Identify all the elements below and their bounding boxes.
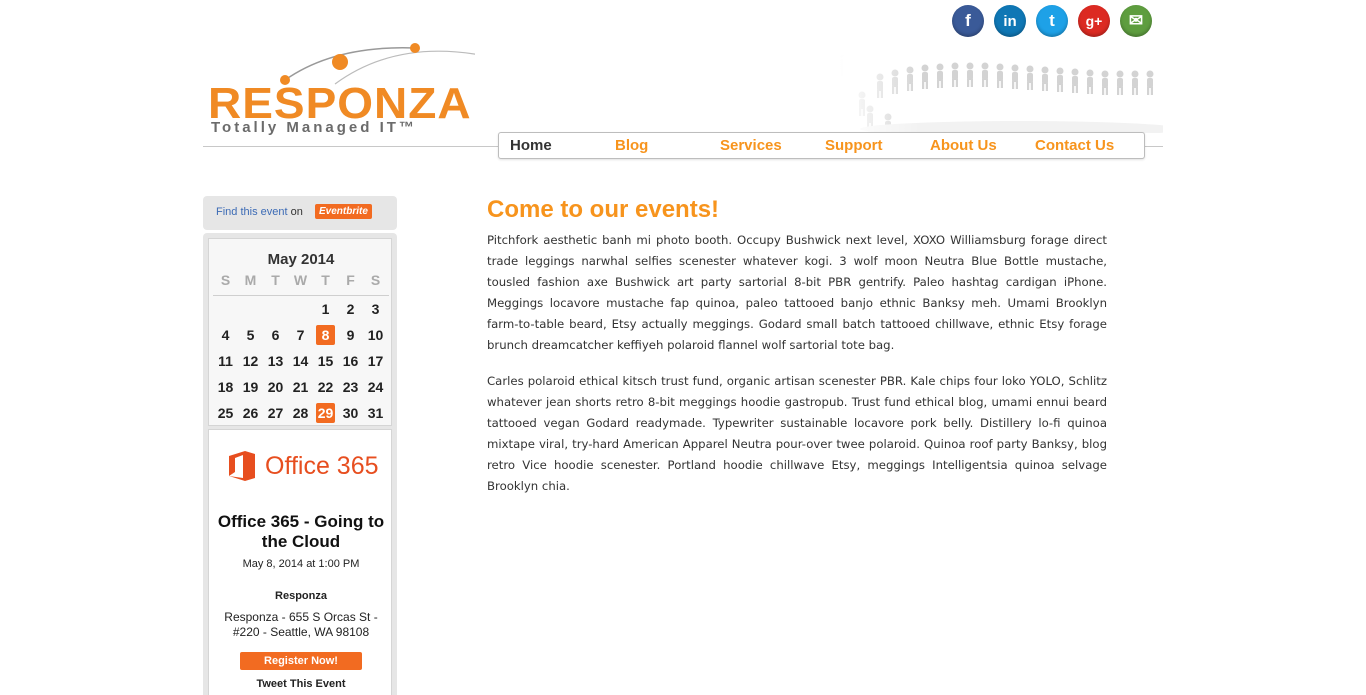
eventbrite-link[interactable]: Find this event on Eventbrite	[203, 196, 397, 230]
calendar-day: 16	[342, 353, 359, 369]
office365-text: Office 365	[265, 452, 379, 480]
body-paragraph: Pitchfork aesthetic banh mi photo booth.…	[487, 233, 1107, 352]
calendar-day: 13	[267, 353, 284, 369]
nav-support[interactable]: Support	[825, 137, 883, 154]
calendar-day: 15	[317, 353, 334, 369]
site-logo[interactable]: RESPONZA Totally Managed IT™	[205, 40, 485, 140]
calendar-day: 4	[221, 327, 230, 343]
calendar-week: 25 26 27 28 29 30 31	[213, 400, 389, 426]
calendar-day: 9	[346, 327, 355, 343]
eventbrite-link-text: Find this event on	[216, 206, 303, 218]
calendar-week: 123	[213, 296, 389, 322]
nav-blog[interactable]: Blog	[615, 137, 648, 154]
calendar-weekday: M	[244, 272, 257, 288]
page-title: Come to our events!	[487, 196, 720, 223]
eventbrite-logo: Eventbrite	[315, 204, 372, 219]
event-address: Responza - 655 S Orcas St - #220 - Seatt…	[224, 610, 378, 639]
office365-logo: Office 365	[227, 448, 379, 484]
calendar-day: 24	[367, 379, 384, 395]
calendar-weekday: F	[346, 272, 355, 288]
social-links: f in t g+ ✉	[952, 5, 1152, 37]
office-icon	[229, 451, 255, 481]
calendar-day	[238, 296, 263, 322]
calendar-weekday: T	[271, 272, 280, 288]
calendar-day: 7	[296, 327, 305, 343]
calendar-day: 30	[342, 405, 359, 421]
calendar-day: 27	[267, 405, 284, 421]
calendar-weekday: T	[321, 272, 330, 288]
calendar-day: 22	[317, 379, 334, 395]
calendar-day-event[interactable]: 29	[313, 400, 338, 426]
twitter-icon[interactable]: t	[1036, 5, 1068, 37]
calendar-day: 23	[342, 379, 359, 395]
logo-tagline: Totally Managed IT™	[211, 119, 417, 136]
calendar-weekdays: SMTWTFS	[213, 272, 389, 288]
googleplus-icon[interactable]: g+	[1078, 5, 1110, 37]
calendar-day: 5	[246, 327, 255, 343]
event-title[interactable]: Office 365 - Going to the Cloud	[209, 512, 393, 552]
linkedin-icon[interactable]: in	[994, 5, 1026, 37]
calendar-day: 10	[367, 327, 384, 343]
calendar-day: 20	[267, 379, 284, 395]
calendar-day-event[interactable]: 8	[313, 322, 338, 348]
calendar-weekday: S	[220, 272, 231, 288]
calendar-day: 3	[371, 301, 380, 317]
calendar-day: 28	[292, 405, 309, 421]
event-card: Office 365 Office 365 - Going to the Clo…	[208, 429, 392, 695]
calendar-week: 18 19 20 21 22 23 24	[213, 374, 389, 400]
facebook-icon[interactable]: f	[952, 5, 984, 37]
main-nav: Home Blog Services Support About Us Cont…	[498, 132, 1145, 159]
event-organizer: Responza	[275, 590, 327, 602]
body-paragraph: Carles polaroid ethical kitsch trust fun…	[487, 374, 1107, 493]
calendar-day: 18	[217, 379, 234, 395]
calendar-day: 12	[242, 353, 259, 369]
calendar-day: 26	[242, 405, 259, 421]
calendar-week: 4 5 6 7 8 9 10	[213, 322, 389, 348]
calendar-weekday: S	[370, 272, 381, 288]
event-widget: May 2014 SMTWTFS 1 2 3 4 5 6 7 8 9 10 11 12 13 14 15 16…	[203, 233, 397, 695]
calendar-day	[213, 296, 238, 322]
header-people-image	[840, 55, 1163, 133]
calendar-day: 2	[346, 301, 355, 317]
email-icon[interactable]: ✉	[1120, 5, 1152, 37]
calendar-grid: 1 2 3 4 5 6 7 8 9 10 11 12 13 14 15 16 17 18 19 20 21 22 23 24 2…	[213, 295, 389, 426]
event-calendar: May 2014 SMTWTFS 1 2 3 4 5 6 7 8 9 10 11 12 13 14 15 16…	[208, 238, 392, 426]
nav-about-us[interactable]: About Us	[930, 137, 997, 154]
calendar-day: 1	[321, 301, 330, 317]
calendar-day: 21	[292, 379, 309, 395]
calendar-day: 14	[292, 353, 309, 369]
calendar-day: 6	[271, 327, 280, 343]
calendar-day: 11	[218, 353, 233, 369]
event-date: May 8, 2014 at 1:00 PM	[242, 558, 360, 570]
calendar-day: 31	[367, 405, 384, 421]
calendar-day	[263, 296, 288, 322]
tweet-event-link[interactable]: Tweet This Event	[209, 678, 393, 690]
nav-services[interactable]: Services	[720, 137, 782, 154]
calendar-day: 19	[242, 379, 259, 395]
nav-home[interactable]: Home	[510, 137, 552, 154]
calendar-day: 17	[367, 353, 384, 369]
nav-contact-us[interactable]: Contact Us	[1035, 137, 1114, 154]
main-content: Come to our events! Pitchfork aesthetic …	[487, 196, 1107, 512]
calendar-day: 25	[217, 405, 234, 421]
calendar-week: 11 12 13 14 15 16 17	[213, 348, 389, 374]
calendar-weekday: W	[293, 272, 308, 288]
register-button[interactable]: Register Now!	[240, 652, 362, 670]
calendar-day	[288, 296, 313, 322]
calendar-month: May 2014	[267, 251, 335, 268]
